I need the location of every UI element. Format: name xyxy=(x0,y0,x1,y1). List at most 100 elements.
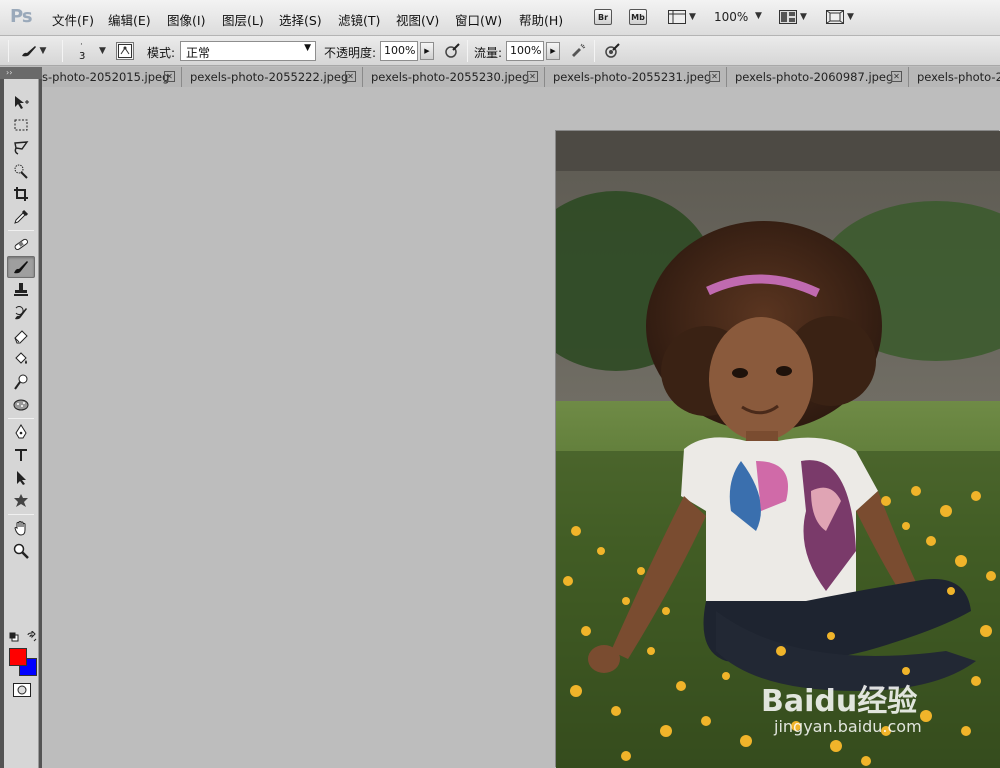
history-brush-tool[interactable] xyxy=(7,302,35,324)
pen-tool[interactable] xyxy=(7,421,35,443)
healing-brush-tool[interactable] xyxy=(7,233,35,255)
close-icon[interactable]: ✕ xyxy=(709,71,720,82)
pressure-opacity-button[interactable] xyxy=(443,42,461,60)
menu-image[interactable]: 图像(I) xyxy=(167,10,205,29)
menu-view[interactable]: 视图(V) xyxy=(396,10,439,29)
close-icon[interactable]: ✕ xyxy=(345,71,356,82)
sponge-tool[interactable] xyxy=(7,394,35,416)
pen-tool-icon xyxy=(15,424,27,439)
path-select-tool[interactable] xyxy=(7,467,35,489)
toolbox-collapse-handle[interactable]: ›› xyxy=(0,67,42,79)
flow-input[interactable]: 100% xyxy=(506,41,544,61)
lasso-tool[interactable] xyxy=(7,137,35,159)
foreground-color-swatch[interactable] xyxy=(9,648,27,666)
brush-dot-icon: · xyxy=(80,40,83,50)
document-tab[interactable]: pexels-photo-2060987.jpeg ✕ xyxy=(727,67,909,87)
brush-preset-picker[interactable]: · 3 ▼ xyxy=(74,40,110,64)
screen-mode-button[interactable]: ▼ xyxy=(822,6,858,28)
divider xyxy=(62,40,63,62)
quick-mask-icon xyxy=(13,683,31,697)
arrange-documents-button[interactable]: ▼ xyxy=(775,6,811,28)
screen-mode-icon xyxy=(826,10,845,24)
close-icon[interactable]: ✕ xyxy=(164,71,175,82)
custom-shape-tool-icon xyxy=(14,494,28,507)
airbrush-button[interactable] xyxy=(569,42,587,60)
lasso-tool-icon xyxy=(14,141,29,155)
close-icon[interactable]: ✕ xyxy=(891,71,902,82)
opacity-input[interactable]: 100% xyxy=(380,41,418,61)
zoom-level[interactable]: 100% xyxy=(714,10,748,24)
menu-select[interactable]: 选择(S) xyxy=(279,10,322,29)
mini-bridge-button[interactable]: Mb xyxy=(626,6,650,28)
tool-preset-picker[interactable]: ▼ xyxy=(18,42,48,60)
arrow-right-icon: ▶ xyxy=(424,47,430,55)
tab-label: pexels-photo-2055231.jpeg xyxy=(553,70,712,84)
crop-tool[interactable] xyxy=(7,183,35,205)
document-image[interactable]: Baidu经验 jingyan.baidu.com xyxy=(556,131,1000,768)
swap-colors-button[interactable] xyxy=(26,629,38,643)
document-tab[interactable]: pexels-photo-2055222.jpeg ✕ xyxy=(182,67,363,87)
quick-mask-button[interactable] xyxy=(13,683,31,697)
document-tab[interactable]: s-photo-2052015.jpeg ✕ xyxy=(42,67,182,87)
menu-file[interactable]: 文件(F) xyxy=(52,10,94,29)
zoom-tool[interactable] xyxy=(7,540,35,562)
blend-mode-select[interactable]: 正常 ▼ xyxy=(180,41,316,61)
brush-tool-icon xyxy=(14,261,28,274)
pressure-size-button[interactable] xyxy=(603,42,621,60)
paint-bucket-tool[interactable] xyxy=(7,348,35,370)
healing-brush-tool-icon xyxy=(14,238,28,250)
divider xyxy=(8,40,9,62)
paint-bucket-tool-icon xyxy=(15,352,27,364)
opacity-label: 不透明度: xyxy=(324,46,377,60)
eraser-tool[interactable] xyxy=(7,325,35,347)
document-tab[interactable]: pexels-photo-2055230.jpeg ✕ xyxy=(363,67,545,87)
pressure-size-icon xyxy=(605,43,620,58)
zoom-tool-icon xyxy=(13,543,29,559)
document-tab-bar: s-photo-2052015.jpeg ✕ pexels-photo-2055… xyxy=(42,67,1000,87)
menu-window[interactable]: 窗口(W) xyxy=(455,10,502,29)
brush-panel-toggle[interactable] xyxy=(116,42,134,60)
bridge-button[interactable]: Br xyxy=(591,6,615,28)
move-tool-icon xyxy=(15,96,29,109)
brush-tool[interactable] xyxy=(7,256,35,278)
menu-layer[interactable]: 图层(L) xyxy=(222,10,264,29)
view-extras-button[interactable]: ▼ xyxy=(662,6,702,28)
tool-options-bar: ▼ · 3 ▼ 模式: 正常 ▼ 不透明度: 100% ▶ 流量: 100% ▶ xyxy=(0,36,1000,66)
menu-filter[interactable]: 滤镜(T) xyxy=(338,10,380,29)
type-tool-icon xyxy=(15,449,27,461)
eraser-tool-icon xyxy=(14,330,28,344)
flow-slider-toggle[interactable]: ▶ xyxy=(546,42,560,60)
clone-stamp-tool[interactable] xyxy=(7,279,35,301)
dodge-tool-icon xyxy=(14,374,28,390)
type-tool[interactable] xyxy=(7,444,35,466)
brush-size: 3 xyxy=(79,51,86,62)
hand-tool[interactable] xyxy=(7,517,35,539)
toolbox-panel: ›› xyxy=(0,67,42,768)
menu-help[interactable]: 帮助(H) xyxy=(519,10,563,29)
tab-label: pexels-photo-2060987.jpeg xyxy=(735,70,894,84)
arrow-right-icon: ▶ xyxy=(550,47,556,55)
chevron-down-icon: ▼ xyxy=(99,46,106,56)
divider xyxy=(8,514,34,515)
document-tab[interactable]: pexels-photo-20 xyxy=(909,67,1000,87)
chevron-down-icon: ▼ xyxy=(800,12,807,22)
watermark-brand: Baidu经验 xyxy=(761,676,917,720)
marquee-tool-icon xyxy=(14,119,28,131)
dodge-tool[interactable] xyxy=(7,371,35,393)
opacity-slider-toggle[interactable]: ▶ xyxy=(420,42,434,60)
eyedropper-tool-icon xyxy=(14,209,29,224)
sponge-tool-icon xyxy=(13,399,29,411)
document-tab[interactable]: pexels-photo-2055231.jpeg ✕ xyxy=(545,67,727,87)
blend-mode-value: 正常 xyxy=(186,46,211,60)
chevron-down-icon[interactable]: ▼ xyxy=(755,11,762,21)
move-tool[interactable] xyxy=(7,91,35,113)
close-icon[interactable]: ✕ xyxy=(527,71,538,82)
marquee-tool[interactable] xyxy=(7,114,35,136)
default-colors-button[interactable] xyxy=(9,631,19,642)
custom-shape-tool[interactable] xyxy=(7,490,35,512)
divider xyxy=(594,40,595,62)
eyedropper-tool[interactable] xyxy=(7,206,35,228)
path-select-tool-icon xyxy=(17,471,26,485)
menu-edit[interactable]: 编辑(E) xyxy=(108,10,151,29)
quick-select-tool[interactable] xyxy=(7,160,35,182)
